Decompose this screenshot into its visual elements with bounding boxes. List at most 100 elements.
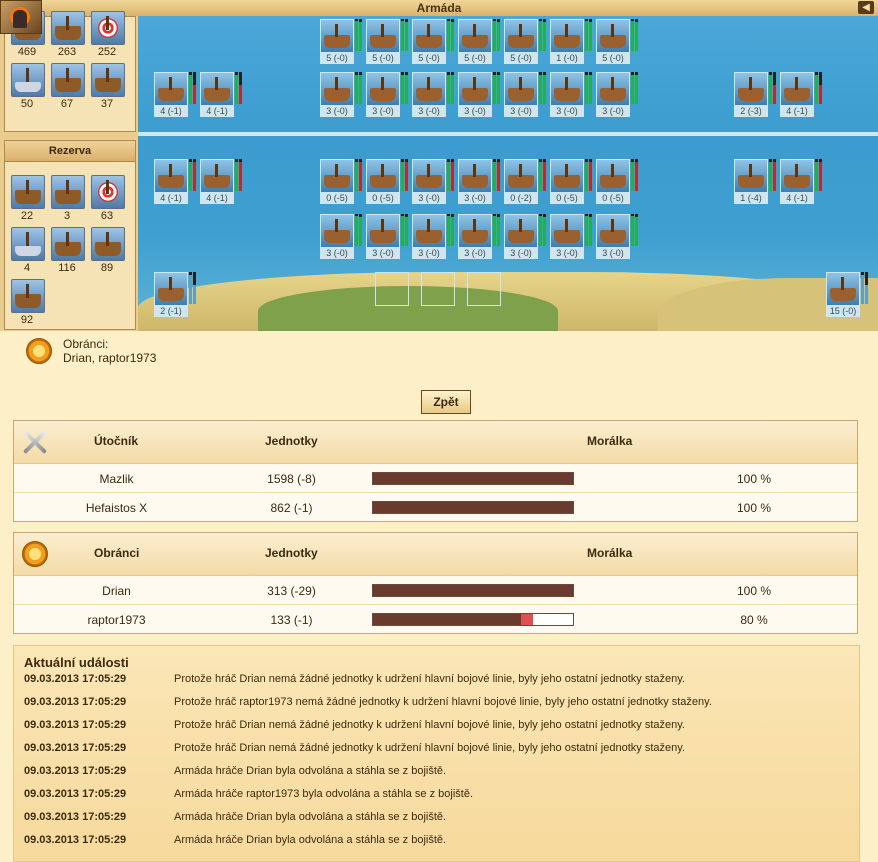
mast (215, 77, 218, 90)
health-fill (493, 215, 496, 246)
battle-unit[interactable]: 0 (-2) (504, 159, 548, 205)
battle-unit[interactable]: 4 (-1) (200, 72, 244, 118)
battle-unit[interactable]: 0 (-5) (320, 159, 364, 205)
battle-unit[interactable]: 5 (-0) (504, 19, 548, 65)
ship-icon (366, 72, 400, 106)
ship-icon (550, 214, 584, 248)
battle-unit[interactable]: 3 (-0) (458, 214, 502, 260)
health-bar (405, 19, 408, 51)
battle-unit[interactable]: 3 (-0) (412, 72, 456, 118)
health-bar (493, 19, 496, 51)
unit-label: 3 (-0) (412, 248, 446, 259)
battle-unit[interactable]: 0 (-5) (596, 159, 640, 205)
battle-unit[interactable]: 1 (-4) (734, 159, 778, 205)
health-fill (631, 162, 634, 191)
unit-tile[interactable] (11, 63, 45, 97)
unit-tile[interactable] (51, 63, 85, 97)
battle-unit[interactable]: 5 (-0) (320, 19, 364, 65)
battle-unit[interactable]: 4 (-1) (780, 159, 824, 205)
battle-unit[interactable]: 3 (-0) (458, 72, 502, 118)
health-bar (773, 72, 776, 104)
health-bar (543, 19, 546, 51)
battle-unit[interactable]: 4 (-1) (780, 72, 824, 118)
unit-tile[interactable] (51, 11, 85, 45)
battle-unit[interactable]: 0 (-5) (366, 159, 410, 205)
ship-icon (320, 19, 354, 53)
battle-unit[interactable]: 3 (-0) (550, 72, 594, 118)
ship-icon (504, 214, 538, 248)
battle-unit[interactable]: 1 (-0) (550, 19, 594, 65)
empty-slot[interactable] (421, 272, 455, 306)
unit-tile[interactable] (11, 175, 45, 209)
battle-unit[interactable]: 0 (-5) (550, 159, 594, 205)
health-bar (401, 19, 404, 51)
morale-value: 100 % (736, 501, 772, 515)
health-bar (769, 159, 772, 191)
unit-label: 3 (-0) (596, 106, 630, 117)
battle-unit[interactable]: 4 (-1) (154, 72, 198, 118)
battle-unit[interactable]: 5 (-0) (596, 19, 640, 65)
event-row: 09.03.2013 17:05:29 Protože hráč Drian ne… (24, 719, 844, 739)
battle-unit[interactable]: 3 (-0) (412, 159, 456, 205)
battle-unit[interactable]: 3 (-0) (320, 72, 364, 118)
battle-unit[interactable]: 4 (-1) (154, 159, 198, 205)
battle-unit[interactable]: 3 (-0) (504, 214, 548, 260)
health-bar (585, 72, 588, 104)
health-bar (497, 19, 500, 51)
battle-line-divider (138, 132, 878, 136)
battle-unit[interactable]: 4 (-1) (200, 159, 244, 205)
battle-unit[interactable]: 2 (-3) (734, 72, 778, 118)
unit-tile[interactable] (91, 175, 125, 209)
health-fill (861, 275, 864, 304)
health-fill (193, 162, 196, 191)
health-fill (543, 22, 546, 51)
unit-tile[interactable] (51, 227, 85, 261)
unit-tile[interactable] (51, 175, 85, 209)
unit-count: 133 (-1) (270, 613, 313, 627)
battle-unit[interactable]: 2 (-1) (154, 272, 198, 318)
battle-unit[interactable]: 5 (-0) (366, 19, 410, 65)
unit-tile[interactable] (11, 279, 45, 313)
battle-unit[interactable]: 3 (-0) (320, 214, 364, 260)
back-icon[interactable]: ◀ (858, 1, 874, 14)
unit-label: 3 (-0) (320, 248, 354, 259)
ship-icon (154, 272, 188, 306)
battle-unit[interactable]: 3 (-0) (412, 214, 456, 260)
unit-tile[interactable] (91, 227, 125, 261)
health-fill (539, 75, 542, 104)
battle-unit[interactable]: 3 (-0) (504, 72, 548, 118)
mast (66, 68, 69, 82)
unit-label: 0 (-2) (504, 193, 538, 204)
battle-unit[interactable]: 5 (-0) (412, 19, 456, 65)
health-bar (819, 72, 822, 104)
health-bar (189, 272, 192, 304)
back-button[interactable]: Zpět (421, 390, 471, 414)
battle-unit[interactable]: 3 (-0) (366, 72, 410, 118)
health-bar (589, 214, 592, 246)
battle-unit[interactable]: 15 (-0) (826, 272, 870, 318)
player-avatar-icon[interactable] (0, 0, 42, 34)
battle-unit[interactable]: 5 (-0) (458, 19, 502, 65)
role-header: Obránci (94, 546, 140, 560)
event-row: 09.03.2013 17:05:29 Armáda hráče raptor19… (24, 788, 844, 808)
battle-unit[interactable]: 3 (-0) (596, 72, 640, 118)
crossed-swords-icon (20, 427, 50, 457)
health-fill (631, 75, 634, 104)
battle-unit[interactable]: 3 (-0) (366, 214, 410, 260)
unit-tile[interactable] (91, 11, 125, 45)
unit-label: 5 (-0) (366, 53, 400, 64)
mast (66, 16, 69, 30)
health-bar (589, 19, 592, 51)
health-fill (451, 217, 454, 246)
mast (169, 77, 172, 90)
battle-unit[interactable]: 3 (-0) (596, 214, 640, 260)
health-bar (865, 272, 868, 304)
unit-label: 2 (-3) (734, 106, 768, 117)
unit-tile[interactable] (11, 227, 45, 261)
unit-tile[interactable] (91, 63, 125, 97)
empty-slot[interactable] (375, 272, 409, 306)
empty-slot[interactable] (467, 272, 501, 306)
health-bar (193, 159, 196, 191)
battle-unit[interactable]: 3 (-0) (550, 214, 594, 260)
battle-unit[interactable]: 3 (-0) (458, 159, 502, 205)
